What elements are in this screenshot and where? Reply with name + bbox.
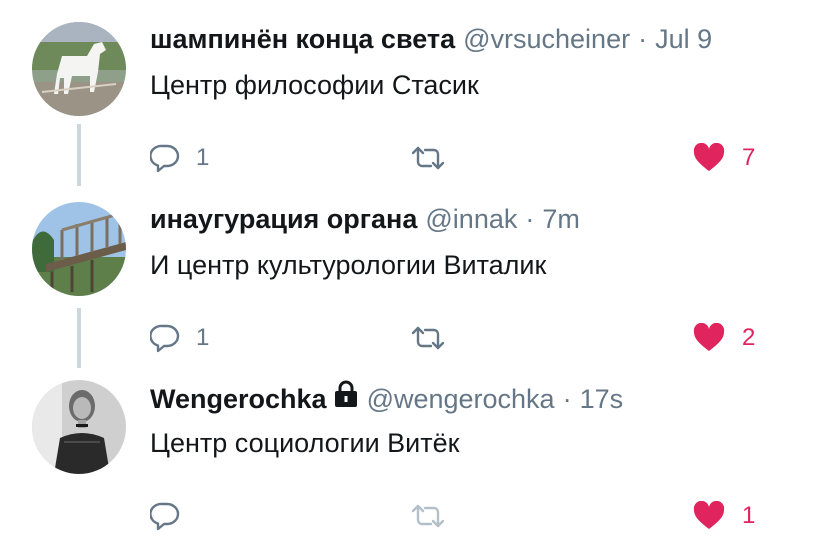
bridge-image	[32, 202, 126, 296]
tweet[interactable]: шампинён конца света @vrsucheiner · Jul …	[0, 22, 840, 202]
like-button[interactable]: 7	[692, 138, 755, 178]
username[interactable]: @wengerochka	[367, 382, 555, 416]
reply-button[interactable]: 1	[150, 318, 209, 358]
display-name[interactable]: инаугурация органа	[150, 202, 417, 236]
reply-icon	[150, 502, 180, 531]
heart-icon	[693, 501, 725, 529]
separator: ·	[525, 204, 535, 234]
retweet-icon	[411, 146, 445, 170]
avatar[interactable]	[32, 380, 126, 474]
display-name[interactable]: Wengerochka	[150, 382, 327, 416]
lock-icon	[333, 380, 359, 416]
retweet-button[interactable]	[410, 138, 446, 178]
reply-button[interactable]	[150, 496, 196, 536]
reply-icon	[150, 144, 180, 173]
retweet-button[interactable]	[410, 318, 446, 358]
separator: ·	[562, 384, 572, 414]
username[interactable]: @vrsucheiner	[463, 22, 630, 56]
display-name[interactable]: шампинён конца света	[150, 22, 455, 56]
like-button[interactable]: 2	[692, 318, 755, 358]
like-button[interactable]: 1	[692, 496, 755, 536]
heart-icon	[693, 143, 725, 171]
tweet-actions: 1 2	[150, 318, 790, 358]
portrait-image	[32, 380, 126, 474]
tweet-text: Центр социологии Витёк	[150, 428, 460, 458]
tweet-actions: 1 7	[150, 138, 790, 178]
horse-statue-image	[32, 22, 126, 116]
reply-count: 1	[196, 144, 210, 171]
like-count: 2	[742, 324, 756, 351]
avatar[interactable]	[32, 202, 126, 296]
tweet[interactable]: инаугурация органа @innak · 7m И центр к…	[0, 202, 840, 382]
reply-count: 1	[196, 324, 210, 351]
retweet-button[interactable]	[410, 496, 446, 536]
reply-icon	[150, 324, 180, 353]
retweet-icon	[411, 504, 445, 528]
tweet[interactable]: Wengerochka @wengerochka · 17s Центр соц…	[0, 380, 840, 560]
timestamp[interactable]: Jul 9	[655, 22, 712, 56]
reply-button[interactable]: 1	[150, 138, 209, 178]
tweet-actions: 1	[150, 496, 790, 536]
avatar[interactable]	[32, 22, 126, 116]
timestamp[interactable]: 17s	[580, 382, 624, 416]
like-count: 7	[742, 144, 756, 171]
username[interactable]: @innak	[425, 202, 517, 236]
separator: ·	[638, 24, 648, 54]
tweet-text: И центр культурологии Виталик	[150, 250, 547, 280]
timestamp[interactable]: 7m	[542, 202, 580, 236]
like-count: 1	[742, 502, 756, 529]
retweet-icon	[411, 326, 445, 350]
heart-icon	[693, 323, 725, 351]
tweet-text: Центр философии Стасик	[150, 70, 479, 100]
